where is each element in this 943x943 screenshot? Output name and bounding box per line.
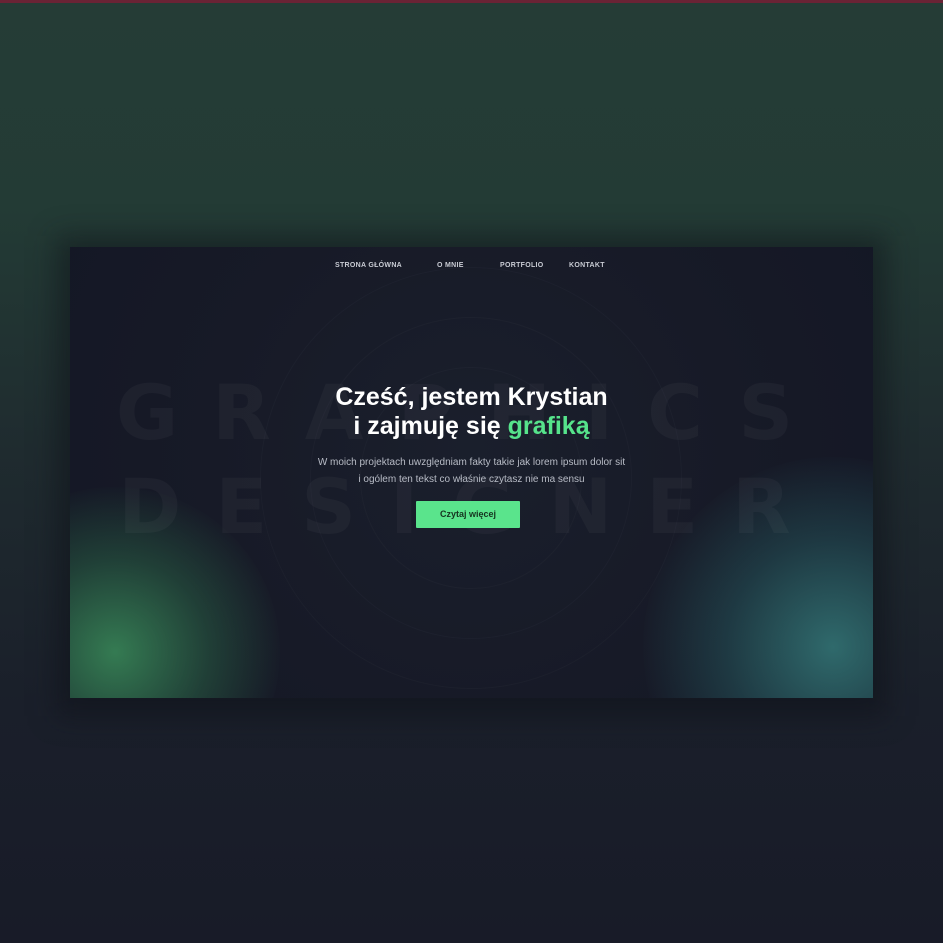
hero-screenshot: GRAPHICS DESIGNER STRONA GŁÓWNA O MNIE P… <box>70 247 873 698</box>
nav-item-contact[interactable]: KONTAKT <box>569 262 605 269</box>
hero-title-line-2-prefix: i zajmuję się <box>353 412 508 440</box>
hero-title-line-1: Cześć, jestem Krystian <box>335 383 608 411</box>
hero-description-line-1: W moich projektach uwzględniam fakty tak… <box>317 457 626 468</box>
read-more-button[interactable]: Czytaj więcej <box>416 501 520 528</box>
hero-title-accent: grafiką <box>507 412 590 440</box>
hero-description: W moich projektach uwzględniam fakty tak… <box>70 454 873 488</box>
hero-description-line-2: i ogólem ten tekst co właśnie czytasz ni… <box>358 474 585 485</box>
top-navigation: STRONA GŁÓWNA O MNIE PORTFOLIO KONTAKT <box>70 262 873 276</box>
nav-item-about[interactable]: O MNIE <box>437 262 464 269</box>
hero-title: Cześć, jestem Krystian i zajmuję się gra… <box>70 383 873 441</box>
top-border-line <box>0 0 943 3</box>
nav-item-home[interactable]: STRONA GŁÓWNA <box>335 262 402 269</box>
nav-item-portfolio[interactable]: PORTFOLIO <box>500 262 544 269</box>
